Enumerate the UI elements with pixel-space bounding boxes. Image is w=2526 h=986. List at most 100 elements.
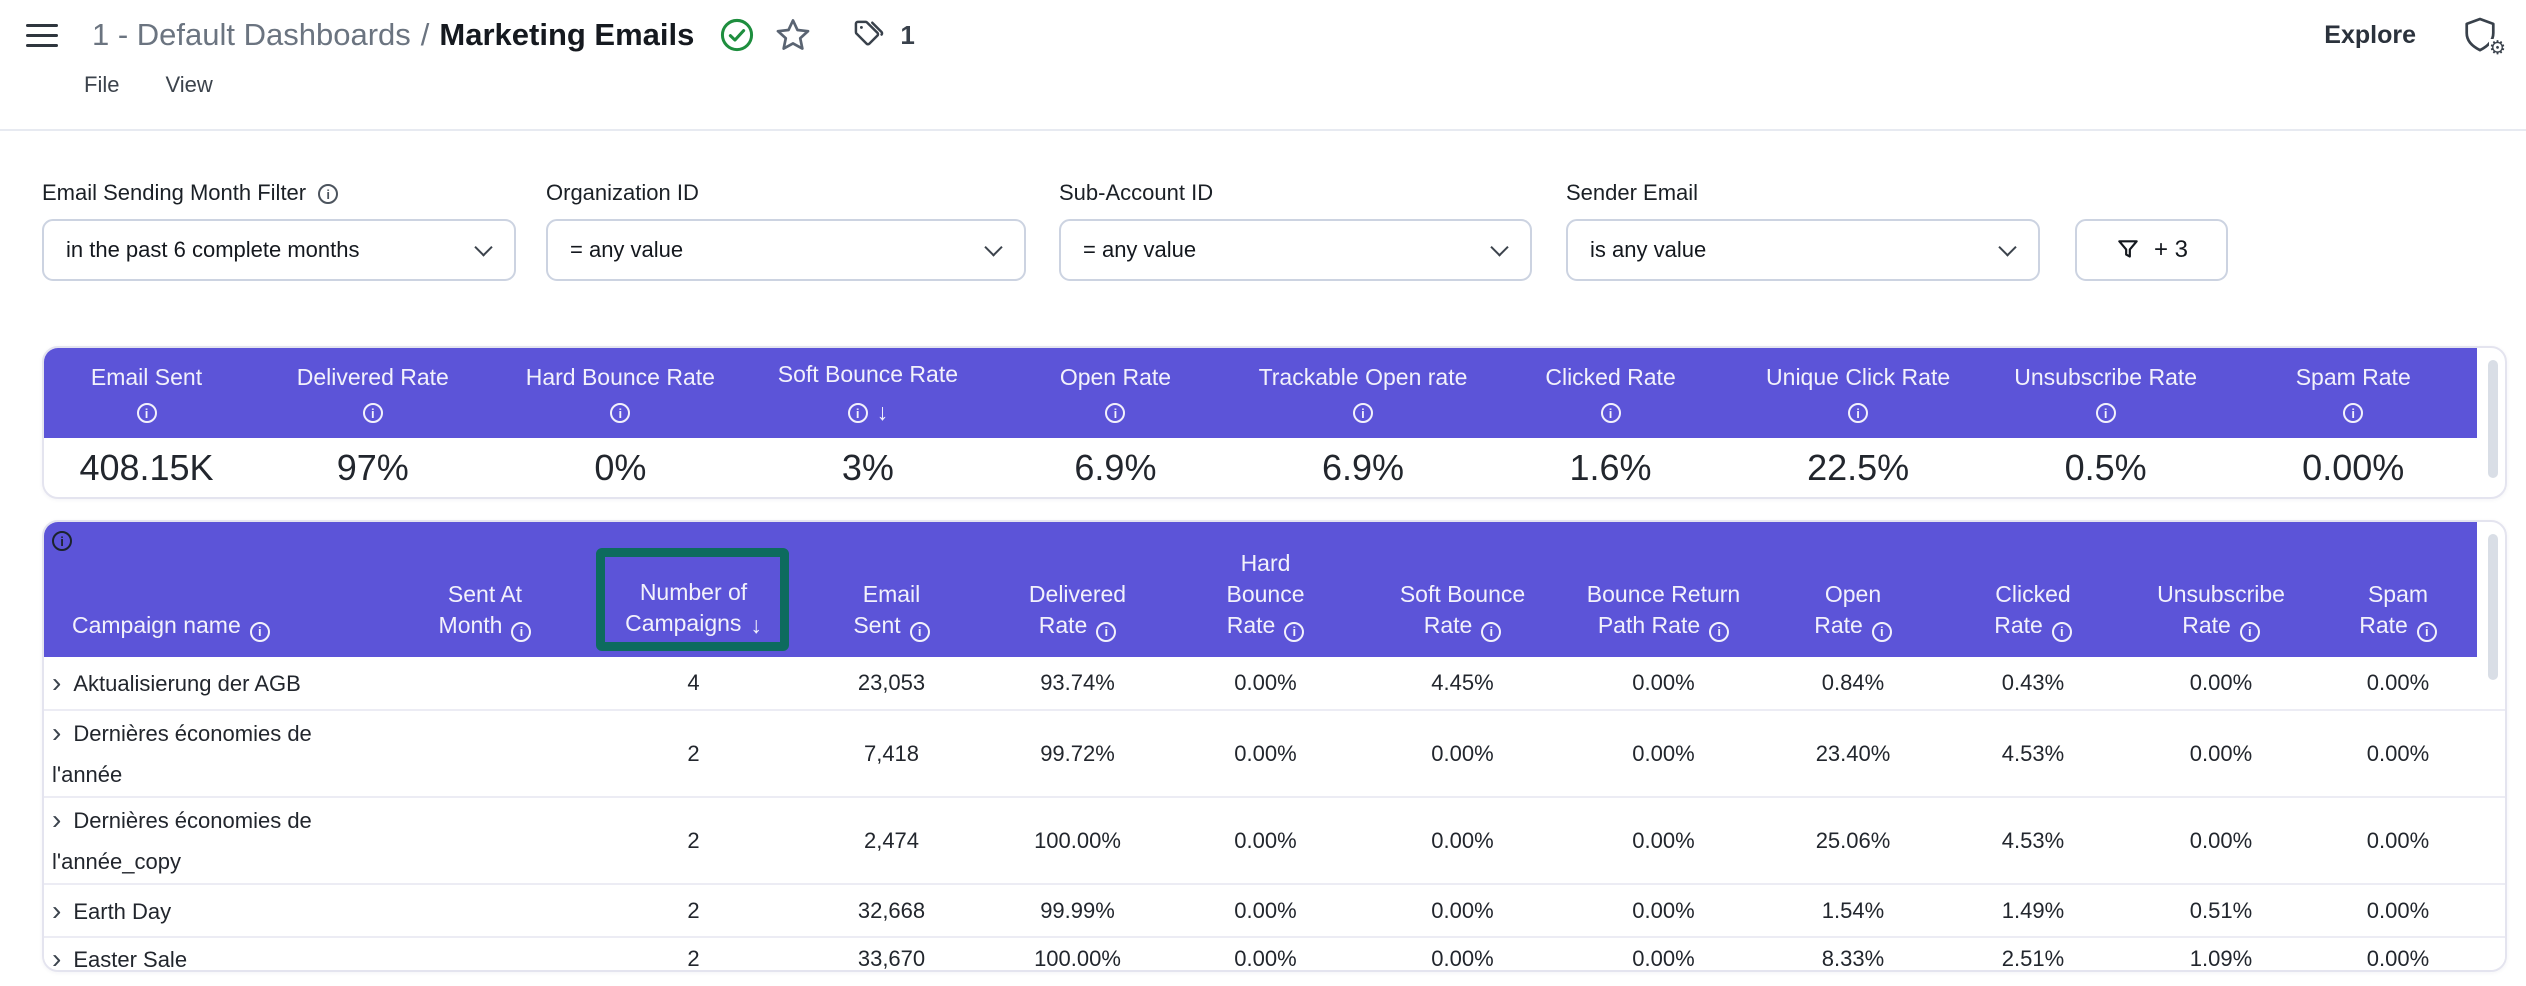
menu-view[interactable]: View <box>165 72 212 98</box>
column-header-hard-bounce-rate[interactable]: Hard Bounce Rate <box>1169 522 1362 657</box>
column-header-wrap: Email Sent <box>844 579 939 641</box>
info-icon[interactable] <box>1709 622 1729 642</box>
info-icon[interactable] <box>1872 622 1892 642</box>
kpi-label: Hard Bounce Rate <box>526 364 715 391</box>
column-header-spam-rate[interactable]: Spam Rate <box>2318 522 2478 657</box>
filter-label-text: Email Sending Month Filter <box>42 180 306 206</box>
table-cell: 32,668 <box>797 898 986 924</box>
table-cell: 0.00% <box>1563 741 1764 767</box>
table-header-row: Campaign nameSent At MonthNumber of Camp… <box>44 522 2477 657</box>
breadcrumb-folder[interactable]: 1 - Default Dashboards <box>92 17 411 52</box>
kpi-value-soft-bounce-rate: 3% <box>744 447 992 489</box>
kpi-label: Clicked Rate <box>1545 364 1675 391</box>
filter-value-organization-id[interactable]: = any value <box>546 219 1026 281</box>
info-icon[interactable] <box>2052 622 2072 642</box>
expand-chevron-icon[interactable]: › <box>52 667 61 698</box>
filter-value-sender-email[interactable]: is any value <box>1566 219 2040 281</box>
campaign-name-cell[interactable]: › Easter Sale <box>44 938 380 972</box>
column-header-email-sent[interactable]: Email Sent <box>797 522 986 657</box>
campaign-name-cell[interactable]: ›Dernières économies de l'année <box>44 712 380 795</box>
table-cell: 2,474 <box>797 828 986 854</box>
campaign-name-cell[interactable]: ›Earth Day <box>44 890 380 932</box>
column-header-open-rate[interactable]: Open Rate <box>1764 522 1942 657</box>
kpi-scrollbar[interactable] <box>2488 360 2498 478</box>
table-cell: 0.00% <box>1563 828 1764 854</box>
info-icon[interactable] <box>1105 403 1125 423</box>
info-icon[interactable] <box>2096 403 2116 423</box>
info-icon[interactable] <box>250 622 270 642</box>
info-icon[interactable] <box>318 184 338 204</box>
kpi-value-open-rate: 6.9% <box>992 447 1240 489</box>
table-cell: 0.00% <box>2318 670 2478 696</box>
table-cell: 0.00% <box>1169 670 1362 696</box>
column-header-delivered-rate[interactable]: Delivered Rate <box>986 522 1169 657</box>
campaign-name-cell[interactable]: ›Dernières économies de l'année_copy <box>44 799 380 882</box>
gear-icon: ⚙ <box>2489 39 2506 58</box>
kpi-icon-row <box>2343 402 2363 422</box>
column-header-wrap: Clicked Rate <box>1981 579 2086 641</box>
table-row: ›Dernières économies de l'année_copy22,4… <box>44 798 2505 885</box>
filter-email-sending-month-filter: Email Sending Month Filter in the past 6 … <box>42 178 516 281</box>
table-cell: 0.00% <box>1362 898 1563 924</box>
filter-bar: + 3 Email Sending Month Filter in the pas… <box>0 178 2526 288</box>
tile-info-icon[interactable] <box>52 531 72 551</box>
table-cell: 0.00% <box>2124 828 2318 854</box>
info-icon[interactable] <box>2417 622 2437 642</box>
column-header-campaign-name[interactable]: Campaign name <box>44 522 380 657</box>
menu-file[interactable]: File <box>84 72 119 98</box>
info-icon[interactable] <box>363 403 383 423</box>
shield-admin-icon[interactable]: ⚙ <box>2460 15 2500 55</box>
info-icon[interactable] <box>1284 622 1304 642</box>
explore-button[interactable]: Explore <box>2324 21 2416 50</box>
campaign-name-cell[interactable]: ›Aktualisierung der AGB <box>44 662 380 704</box>
star-icon[interactable] <box>774 16 812 54</box>
table-cell: 2 <box>590 898 797 924</box>
expand-chevron-icon[interactable]: › <box>52 717 61 748</box>
info-icon[interactable] <box>1481 622 1501 642</box>
info-icon[interactable] <box>511 622 531 642</box>
column-header-unsubscribe-rate[interactable]: Unsubscribe Rate <box>2124 522 2318 657</box>
expand-chevron-icon[interactable]: › <box>52 804 61 835</box>
more-filters-button[interactable]: + 3 <box>2075 219 2228 281</box>
kpi-value-row: 408.15K97%0%3%6.9%6.9%1.6%22.5%0.5%0.00% <box>44 438 2477 497</box>
info-icon[interactable] <box>910 622 930 642</box>
kpi-icon-row <box>1353 402 1373 422</box>
kpi-header-row: Email SentDelivered RateHard Bounce Rate… <box>44 348 2477 438</box>
filter-current-value: in the past 6 complete months <box>66 237 360 263</box>
info-icon[interactable] <box>1353 403 1373 423</box>
column-header-number-of-campaigns[interactable]: Number of Campaigns <box>590 522 797 657</box>
column-header-label: Unsubscribe Rate <box>2157 581 2285 638</box>
expand-chevron-icon[interactable]: › <box>52 943 61 972</box>
expand-chevron-icon[interactable]: › <box>52 895 61 926</box>
filter-value-sub-account-id[interactable]: = any value <box>1059 219 1532 281</box>
table-cell: 99.72% <box>986 741 1169 767</box>
kpi-icon-row <box>1105 402 1125 422</box>
info-icon[interactable] <box>137 403 157 423</box>
table-cell: 0.00% <box>1362 741 1563 767</box>
info-icon[interactable] <box>1848 403 1868 423</box>
filter-value-email-sending-month-filter[interactable]: in the past 6 complete months <box>42 219 516 281</box>
table-cell: 2 <box>590 741 797 767</box>
info-icon[interactable] <box>2343 403 2363 423</box>
table-cell: 0.00% <box>1563 670 1764 696</box>
info-icon[interactable] <box>1601 403 1621 423</box>
kpi-value-email-sent: 408.15K <box>44 447 249 489</box>
campaign-name: Easter Sale <box>73 947 187 972</box>
filter-label-text: Sender Email <box>1566 180 1698 206</box>
kpi-icon-row <box>848 399 889 426</box>
column-header-clicked-rate[interactable]: Clicked Rate <box>1942 522 2124 657</box>
info-icon[interactable] <box>2240 622 2260 642</box>
column-header-sent-at-month[interactable]: Sent At Month <box>380 522 590 657</box>
column-header-soft-bounce-rate[interactable]: Soft Bounce Rate <box>1362 522 1563 657</box>
filter-label-sender-email: Sender Email <box>1566 178 2040 208</box>
filter-current-value: = any value <box>570 237 683 263</box>
menu-icon[interactable] <box>26 19 58 51</box>
table-scrollbar[interactable] <box>2488 534 2498 680</box>
info-icon[interactable] <box>848 403 868 423</box>
table-cell: 8.33% <box>1764 946 1942 972</box>
info-icon[interactable] <box>610 403 630 423</box>
filter-current-value: is any value <box>1590 237 1706 263</box>
info-icon[interactable] <box>1096 622 1116 642</box>
column-header-bounce-return-path-rate[interactable]: Bounce Return Path Rate <box>1563 522 1764 657</box>
tag-icon[interactable] <box>852 18 886 52</box>
